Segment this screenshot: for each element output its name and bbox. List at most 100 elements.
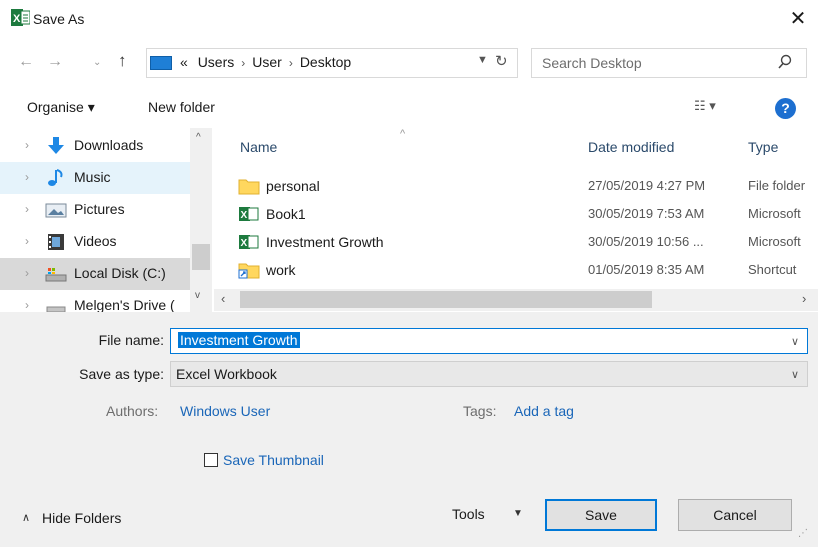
list-item[interactable]: X Book1 30/05/2019 7:53 AM Microsoft: [238, 201, 818, 229]
sidebar-item-melgens-drive[interactable]: › Melgen's Drive (: [0, 290, 190, 312]
scroll-right-icon[interactable]: ›: [802, 291, 806, 306]
videos-icon: [48, 234, 64, 250]
sidebar-item-music[interactable]: › Music: [0, 162, 190, 194]
help-icon[interactable]: ?: [775, 98, 796, 119]
file-list-scrollbar[interactable]: ‹ ›: [214, 289, 818, 311]
svg-text:X: X: [13, 13, 21, 25]
chevron-down-icon[interactable]: ▼: [513, 508, 523, 519]
breadcrumb-desktop[interactable]: Desktop: [300, 54, 351, 70]
view-options-icon[interactable]: ☷ ▾: [694, 98, 716, 114]
chevron-down-icon[interactable]: ∨: [791, 335, 799, 348]
nav-scrollbar[interactable]: ^ v: [190, 128, 212, 312]
sidebar-item-local-disk[interactable]: › Local Disk (C:): [0, 258, 190, 290]
up-arrow-icon[interactable]: ↑: [118, 51, 127, 71]
sidebar-item-pictures[interactable]: › Pictures: [0, 194, 190, 226]
file-name: personal: [266, 178, 320, 194]
list-item[interactable]: X Investment Growth 30/05/2019 10:56 ...…: [238, 229, 818, 257]
resize-grip-icon[interactable]: ⋰: [798, 528, 808, 539]
list-item[interactable]: work 01/05/2019 8:35 AM Shortcut: [238, 257, 818, 285]
column-header-name[interactable]: Name: [240, 139, 277, 155]
forward-arrow-icon[interactable]: →: [47, 53, 63, 71]
column-header-type[interactable]: Type: [748, 139, 778, 155]
file-name: work: [266, 262, 296, 278]
tags-label: Tags:: [463, 403, 497, 419]
folder-icon: [238, 179, 260, 195]
file-type: Microsoft: [748, 234, 801, 249]
back-arrow-icon[interactable]: ←: [18, 53, 34, 71]
close-icon[interactable]: ✕: [786, 6, 810, 32]
breadcrumb-overflow[interactable]: «: [180, 54, 188, 70]
chevron-right-icon[interactable]: ›: [25, 170, 29, 184]
download-icon: [48, 137, 64, 154]
save-as-type-value: Excel Workbook: [176, 366, 277, 382]
file-date: 27/05/2019 4:27 PM: [588, 178, 706, 193]
navigation-pane: › Downloads › Music › Pictures › Videos: [0, 128, 212, 312]
column-header-date[interactable]: Date modified: [588, 139, 674, 155]
sidebar-item-label: Pictures: [74, 201, 125, 217]
scroll-up-icon[interactable]: ^: [196, 132, 201, 143]
breadcrumb-user[interactable]: User: [252, 54, 282, 70]
excel-file-icon: X: [239, 207, 259, 221]
file-name-label: File name:: [98, 332, 164, 348]
save-thumbnail-checkbox[interactable]: [204, 453, 218, 467]
file-list: ^ Name Date modified Type personal 27/05…: [214, 128, 818, 312]
sidebar-item-downloads[interactable]: › Downloads: [0, 130, 190, 162]
refresh-icon[interactable]: ↻: [495, 52, 508, 70]
chevron-up-icon[interactable]: ∧: [22, 511, 30, 524]
tools-button[interactable]: Tools: [452, 506, 485, 522]
sidebar-item-label: Local Disk (C:): [74, 265, 166, 281]
sidebar-item-videos[interactable]: › Videos: [0, 226, 190, 258]
svg-text:X: X: [241, 238, 248, 249]
search-placeholder: Search Desktop: [542, 55, 642, 71]
chevron-right-icon[interactable]: ›: [25, 202, 29, 216]
organise-button[interactable]: Organise ▾: [27, 99, 95, 116]
disk-icon: [45, 268, 67, 282]
authors-label: Authors:: [106, 403, 159, 419]
recent-locations-icon[interactable]: ⌄: [93, 57, 101, 68]
save-button[interactable]: Save: [545, 499, 657, 531]
address-bar[interactable]: « Users › User › Desktop ▼ ↻: [146, 48, 518, 78]
breadcrumb: « Users › User › Desktop: [180, 54, 351, 70]
file-type: Microsoft: [748, 206, 801, 221]
file-date: 30/05/2019 10:56 ...: [588, 234, 704, 249]
chevron-right-icon: ›: [241, 56, 246, 70]
chevron-right-icon[interactable]: ›: [25, 266, 29, 280]
chevron-right-icon[interactable]: ›: [25, 234, 29, 248]
file-list-scrollbar-thumb[interactable]: [240, 291, 652, 308]
file-type: Shortcut: [748, 262, 797, 277]
file-date: 01/05/2019 8:35 AM: [588, 262, 705, 277]
search-input[interactable]: Search Desktop: [531, 48, 807, 78]
new-folder-button[interactable]: New folder: [148, 99, 215, 115]
chevron-right-icon[interactable]: ›: [25, 138, 29, 152]
scroll-left-icon[interactable]: ‹: [221, 291, 225, 306]
save-as-type-select[interactable]: Excel Workbook ∨: [170, 361, 808, 387]
nav-scrollbar-thumb[interactable]: [192, 244, 210, 270]
save-thumbnail-label[interactable]: Save Thumbnail: [223, 452, 324, 468]
sort-caret-icon: ^: [400, 128, 406, 140]
add-tag-link[interactable]: Add a tag: [514, 403, 574, 419]
drive-icon: [46, 306, 66, 312]
scroll-down-icon[interactable]: v: [195, 290, 200, 301]
search-icon: [778, 54, 792, 69]
hide-folders-button[interactable]: Hide Folders: [42, 510, 121, 526]
sidebar-item-label: Melgen's Drive (: [74, 297, 175, 312]
breadcrumb-users[interactable]: Users: [198, 54, 235, 70]
window-title: Save As: [33, 11, 85, 27]
authors-link[interactable]: Windows User: [180, 403, 270, 419]
command-bar: Organise ▾ New folder ☷ ▾ ?: [0, 90, 818, 126]
shortcut-icon: [238, 263, 260, 279]
file-date: 30/05/2019 7:53 AM: [588, 206, 705, 221]
sidebar-item-label: Music: [74, 169, 111, 185]
save-options-panel: File name: Investment Growth ∨ Save as t…: [0, 312, 818, 547]
sidebar-item-label: Videos: [74, 233, 117, 249]
chevron-down-icon[interactable]: ∨: [791, 368, 799, 381]
cancel-button[interactable]: Cancel: [678, 499, 792, 531]
file-name: Investment Growth: [266, 234, 384, 250]
chevron-right-icon[interactable]: ›: [25, 298, 29, 312]
chevron-down-icon[interactable]: ▼: [477, 54, 488, 66]
list-item[interactable]: personal 27/05/2019 4:27 PM File folder: [238, 173, 818, 201]
excel-file-icon: X: [239, 235, 259, 249]
excel-icon: X: [11, 9, 30, 26]
file-name-field[interactable]: Investment Growth ∨: [170, 328, 808, 354]
title-bar: X Save As ✕: [0, 0, 818, 40]
